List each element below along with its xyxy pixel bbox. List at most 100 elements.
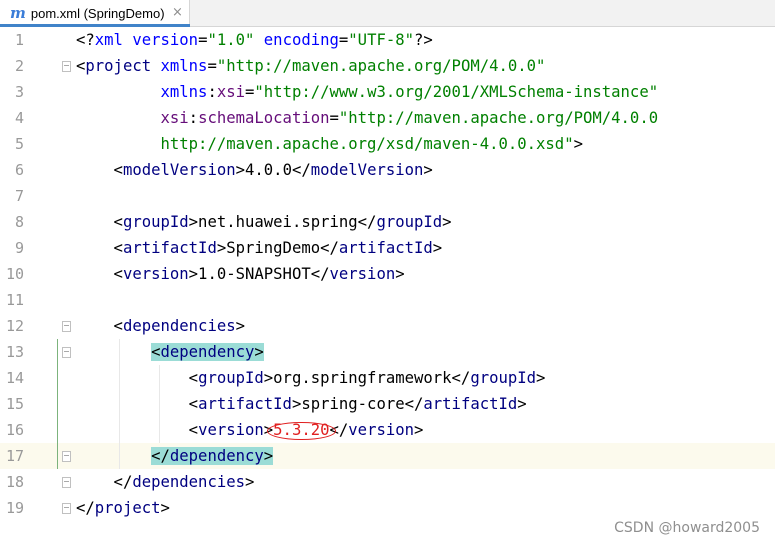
fold-marker-icon[interactable] [62,321,71,332]
code-token: project [85,57,152,75]
code-text: <version>1.0-SNAPSHOT</version> [76,261,405,287]
code-text: <?xml version="1.0" encoding="UTF-8"?> [76,27,433,53]
code-token: < [76,369,199,387]
code-line[interactable]: 4 xsi:schemaLocation="http://maven.apach… [0,105,775,131]
code-token: >spring-core</ [291,395,424,413]
code-line[interactable]: 6 <modelVersion>4.0.0</modelVersion> [0,157,775,183]
code-text: xmlns:xsi="http://www.w3.org/2001/XMLSch… [76,79,659,105]
code-token: encoding [263,31,339,49]
code-line[interactable]: 1 <?xml version="1.0" encoding="UTF-8"?> [0,27,775,53]
code-token: < [76,213,123,231]
code-line[interactable]: 18 </dependencies> [0,469,775,495]
code-line[interactable]: 14 <groupId>org.springframework</groupId… [0,365,775,391]
code-token: <? [76,31,95,49]
code-editor[interactable]: 1 <?xml version="1.0" encoding="UTF-8"?> 2… [0,27,775,544]
code-token: xsi [216,83,246,101]
fold-marker-icon[interactable] [62,347,71,358]
tab-pom-xml[interactable]: m pom.xml (SpringDemo) × [0,0,190,27]
line-number: 15 [5,395,24,413]
code-token: groupId [470,369,537,387]
code-line[interactable]: 11 [0,287,775,313]
fold-marker-icon[interactable] [62,477,71,488]
code-token: version [329,265,396,283]
fold-marker-icon[interactable] [62,503,71,514]
code-line[interactable]: 7 [0,183,775,209]
line-number: 2 [14,57,24,75]
code-text: <artifactId>spring-core</artifactId> [76,391,527,417]
line-number: 12 [5,317,24,335]
tab-title: pom.xml (SpringDemo) [30,5,165,21]
code-token: = [207,57,217,75]
line-number: 14 [5,369,24,387]
code-text: </dependency> [76,443,274,469]
code-text: <groupId>net.huawei.spring</groupId> [76,209,452,235]
code-token: "1.0" [207,31,255,49]
code-token: > [423,161,433,179]
annotation-circle [267,422,336,440]
code-line[interactable]: 15 <artifactId>spring-core</artifactId> [0,391,775,417]
code-token: > [254,343,264,361]
code-line[interactable]: 5 http://maven.apache.org/xsd/maven-4.0.… [0,131,775,157]
code-token: > [432,239,443,257]
maven-m-icon: m [10,3,26,22]
fold-marker-icon[interactable] [62,61,71,72]
code-line[interactable]: 10 <version>1.0-SNAPSHOT</version> [0,261,775,287]
line-number: 1 [14,31,24,49]
code-token: >SpringDemo</ [216,239,339,257]
code-token: dependency [160,343,255,361]
code-line[interactable]: 3 xmlns:xsi="http://www.w3.org/2001/XMLS… [0,79,775,105]
line-number: 9 [14,239,24,257]
code-line[interactable]: 8 <groupId>net.huawei.spring</groupId> [0,209,775,235]
code-line[interactable]: 16 <version>5.3.20</version> [0,417,775,443]
code-text: <modelVersion>4.0.0</modelVersion> [76,157,433,183]
code-token: xml [94,31,123,49]
line-number: 17 [5,447,24,465]
code-token: = [338,31,349,49]
code-token: > [573,135,583,153]
code-token: < [76,57,86,75]
code-token: dependencies [122,317,236,335]
code-token: = [329,109,339,127]
code-token: > [160,499,170,517]
line-number: 4 [14,109,24,127]
code-text: <dependencies> [76,313,245,339]
line-number: 8 [14,213,24,231]
code-token: dependencies [132,473,246,491]
indent-guide [118,339,120,469]
code-line[interactable]: 12 <dependencies> [0,313,775,339]
code-line[interactable]: 9 <artifactId>SpringDemo</artifactId> [0,235,775,261]
code-token: ?> [414,31,433,49]
code-token: artifactId [122,239,217,257]
code-text: <version>5.3.20</version> [76,417,424,443]
close-icon[interactable]: × [172,5,183,20]
line-number: 11 [5,291,24,309]
code-token: http://maven.apache.org/xsd/maven-4.0.0.… [160,135,574,153]
code-token: >net.huawei.spring</ [188,213,377,231]
code-token: < [76,395,199,413]
code-line[interactable]: 13 <dependency> [0,339,775,365]
code-token: </ [76,473,133,491]
code-token: < [151,343,161,361]
fold-marker-icon[interactable] [62,451,71,462]
line-number: 6 [14,161,24,179]
code-line[interactable]: 2 <project xmlns="http://maven.apache.org… [0,53,775,79]
code-text: <project xmlns="http://maven.apache.org/… [76,53,545,79]
code-token: > [517,395,527,413]
code-token: xmlns [160,83,208,101]
code-token: = [245,83,255,101]
code-token: > [263,447,274,465]
code-token: </ [151,447,170,465]
code-token: < [76,317,123,335]
code-line[interactable]: 17 </dependency> [0,443,775,469]
code-token: > [414,421,424,439]
code-token: version [122,265,189,283]
code-text: http://maven.apache.org/xsd/maven-4.0.0.… [76,131,583,157]
code-text: <artifactId>SpringDemo</artifactId> [76,235,443,261]
code-token: : [207,83,217,101]
code-token: artifactId [423,395,518,413]
line-number: 10 [5,265,24,283]
code-line[interactable]: 19 </project> [0,495,775,521]
